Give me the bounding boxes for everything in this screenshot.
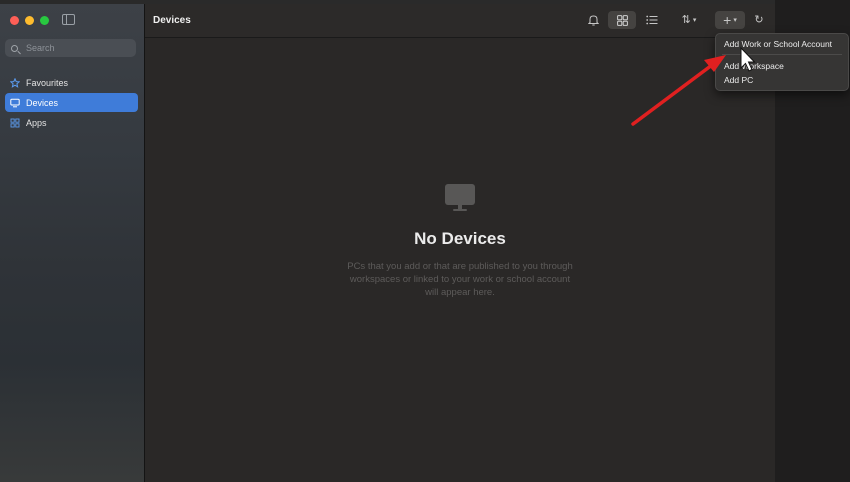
sidebar-item-label: Devices xyxy=(26,97,59,108)
description-line: will appear here. xyxy=(425,287,495,298)
empty-state-title: No Devices xyxy=(414,229,506,248)
search-field[interactable] xyxy=(5,39,136,57)
sidebar-toggle-icon[interactable] xyxy=(62,14,75,25)
sidebar-item-devices[interactable]: Devices xyxy=(5,93,138,112)
monitor-icon xyxy=(10,98,20,108)
refresh-icon: ↻ xyxy=(754,13,764,26)
chevron-down-icon: ▾ xyxy=(692,17,697,24)
search-input[interactable] xyxy=(24,42,128,54)
minimize-window-button[interactable] xyxy=(25,16,34,25)
sidebar-item-label: Favourites xyxy=(26,77,69,88)
sort-icon: ⇅ xyxy=(681,13,691,26)
description-line: PCs that you add or that are published t… xyxy=(347,261,573,272)
sidebar-item-favourites[interactable]: Favourites xyxy=(5,73,138,92)
bell-icon xyxy=(587,15,599,26)
chevron-down-icon: ▾ xyxy=(733,17,737,24)
notifications-button[interactable] xyxy=(585,11,601,29)
sort-button[interactable]: ⇅ ▾ xyxy=(675,11,703,29)
zoom-window-button[interactable] xyxy=(40,16,49,25)
add-icon: + xyxy=(723,12,732,28)
toolbar: Devices ⇅ ▾ + ▾ ↻ xyxy=(145,4,775,38)
description-line: workspaces or linked to your work or sch… xyxy=(349,274,571,285)
add-dropdown-menu: Add Work or School Account Add Workspace… xyxy=(715,33,849,91)
star-icon xyxy=(10,77,20,88)
add-button[interactable]: + ▾ xyxy=(715,11,745,29)
monitor-icon xyxy=(445,184,475,212)
main-content: Devices ⇅ ▾ + ▾ ↻ No Devices PCs that yo… xyxy=(145,4,775,482)
list-view-button[interactable] xyxy=(643,11,661,29)
menu-divider xyxy=(722,54,842,55)
page-title: Devices xyxy=(153,15,191,26)
grid-view-icon xyxy=(616,14,628,26)
menu-item-add-pc[interactable]: Add PC xyxy=(724,75,753,85)
apps-grid-icon xyxy=(10,118,20,128)
menu-item-add-workspace[interactable]: Add Workspace xyxy=(724,61,784,71)
sidebar-nav: Favourites Devices Apps xyxy=(5,73,138,133)
window-controls xyxy=(10,16,49,25)
menu-item-add-work-or-school-account[interactable]: Add Work or School Account xyxy=(724,39,832,49)
sidebar: Favourites Devices Apps xyxy=(0,4,145,482)
sidebar-item-label: Apps xyxy=(26,117,47,128)
refresh-button[interactable]: ↻ xyxy=(751,11,767,29)
sidebar-item-apps[interactable]: Apps xyxy=(5,113,138,132)
list-view-icon xyxy=(646,15,658,25)
empty-state-description: PCs that you add or that are published t… xyxy=(145,260,775,299)
grid-view-button[interactable] xyxy=(608,11,636,29)
search-icon xyxy=(11,44,18,52)
close-window-button[interactable] xyxy=(10,16,19,25)
empty-state: No Devices PCs that you add or that are … xyxy=(145,184,775,299)
